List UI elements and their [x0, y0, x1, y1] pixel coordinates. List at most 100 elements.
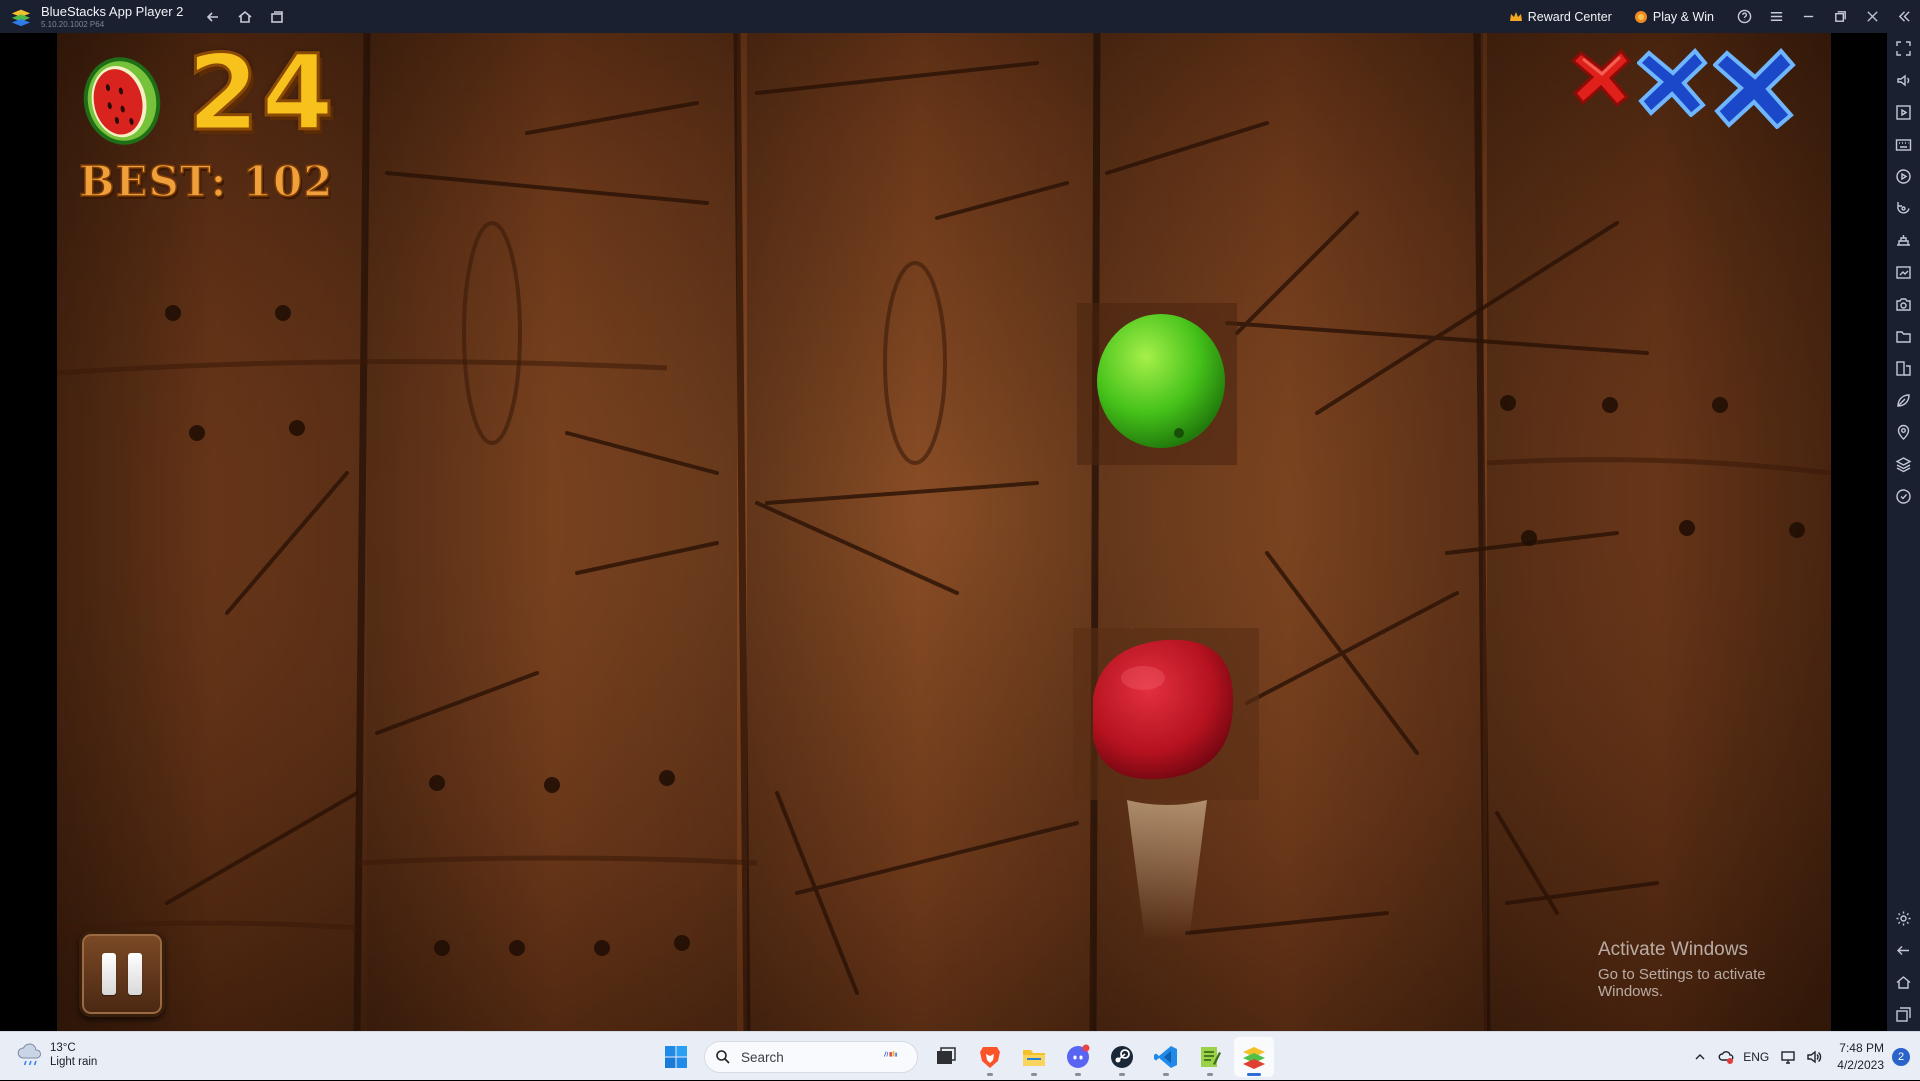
close-icon [1866, 11, 1878, 22]
play-win-label: Play & Win [1652, 9, 1714, 24]
collapse-sidebar-button[interactable] [1888, 0, 1920, 33]
home-button[interactable] [233, 5, 257, 29]
notepad-plus-plus-icon [1201, 1047, 1221, 1067]
apple-fruit[interactable] [1073, 628, 1259, 800]
pause-icon [128, 953, 142, 995]
lime-fruit[interactable] [1077, 303, 1237, 465]
windows-logo-icon [665, 1046, 687, 1068]
input-language[interactable]: ENG [1743, 1050, 1769, 1064]
best-score: BEST: 102 [78, 157, 334, 206]
windows-stack-icon [271, 10, 284, 23]
clock-time: 7:48 PM [1839, 1041, 1884, 1056]
network-button[interactable] [1775, 1042, 1801, 1072]
fullscreen-button[interactable] [1895, 40, 1912, 57]
shake-icon [1897, 235, 1910, 246]
home-icon [238, 10, 252, 23]
folder-icon [1896, 331, 1911, 343]
steam-app[interactable] [1102, 1037, 1142, 1077]
file-explorer-app[interactable] [1014, 1037, 1054, 1077]
arrow-left-icon [207, 11, 219, 22]
camera-icon [1896, 298, 1911, 311]
sync-button[interactable] [1895, 488, 1912, 505]
location-button[interactable] [1895, 424, 1912, 441]
restore-button[interactable] [1824, 0, 1856, 33]
help-button[interactable] [1728, 0, 1760, 33]
fullscreen-icon [1896, 41, 1911, 56]
search-placeholder: Search [741, 1049, 784, 1065]
volume-tray-button[interactable] [1801, 1042, 1827, 1072]
weather-temperature: 13°C [50, 1042, 76, 1054]
recent-apps-icon [1896, 1007, 1911, 1022]
shake-button[interactable] [1895, 232, 1912, 249]
activate-subtitle: Go to Settings to activate Windows. [1598, 966, 1766, 1000]
search-icon [716, 1050, 730, 1064]
brave-browser-app[interactable] [970, 1037, 1010, 1077]
help-icon [1737, 9, 1751, 24]
settings-icon [1896, 911, 1911, 926]
start-button[interactable] [656, 1037, 696, 1077]
back-button[interactable] [201, 5, 225, 29]
screenshot-icon [1896, 266, 1911, 279]
game-viewport[interactable]: 24 BEST: 102 Activate Windows Go to Sett… [57, 33, 1831, 1031]
media-manager-button[interactable] [1895, 104, 1912, 121]
close-button[interactable] [1856, 0, 1888, 33]
multi-instance-sidebar-button[interactable] [1895, 456, 1912, 473]
steam-icon [1111, 1046, 1133, 1068]
pause-button[interactable] [79, 931, 165, 1017]
brave-lion-icon [980, 1047, 1000, 1068]
activate-title: Activate Windows [1598, 939, 1748, 960]
sync-icon [1896, 489, 1911, 504]
location-icon [1897, 424, 1910, 440]
clock[interactable]: 7:48 PM 4/2/2023 [1837, 1040, 1884, 1072]
weather-widget[interactable]: 13°C Light rain [16, 1041, 97, 1070]
screen-recorder-button[interactable] [1895, 264, 1912, 281]
taskbar-search[interactable]: Search [704, 1041, 918, 1073]
files-button[interactable] [1895, 328, 1912, 345]
speaker-icon [1807, 1050, 1822, 1063]
bluestacks-icon [1243, 1047, 1265, 1069]
eco-mode-icon [1897, 394, 1910, 407]
volume-button[interactable] [1895, 72, 1912, 89]
show-hidden-icons-button[interactable] [1687, 1042, 1713, 1072]
eco-mode-button[interactable] [1895, 392, 1912, 409]
play-win-button[interactable]: Play & Win [1626, 5, 1722, 29]
bluestacks-sidebar [1887, 33, 1920, 1031]
watermelon-icon [83, 57, 161, 145]
rotate-icon [1897, 202, 1910, 214]
rotate-button[interactable] [1895, 200, 1912, 217]
vscode-app[interactable] [1146, 1037, 1186, 1077]
settings-button[interactable] [1895, 910, 1912, 927]
android-back-button[interactable] [1895, 942, 1912, 959]
notepad-plus-plus-app[interactable] [1190, 1037, 1230, 1077]
android-recent-apps-button[interactable] [1895, 1006, 1912, 1023]
home-icon [1896, 976, 1911, 989]
install-apk-icon [1896, 361, 1911, 376]
bluestacks-app[interactable] [1234, 1037, 1274, 1077]
keyboard-controls-button[interactable] [1895, 136, 1912, 153]
minimize-button[interactable] [1792, 0, 1824, 33]
camera-button[interactable] [1895, 296, 1912, 313]
multi-instance-button[interactable] [265, 5, 289, 29]
notification-badge[interactable]: 2 [1892, 1047, 1910, 1066]
window-title: BlueStacks App Player 2 [41, 3, 184, 19]
network-icon [1781, 1050, 1795, 1064]
macro-recorder-button[interactable] [1895, 168, 1912, 185]
install-apk-button[interactable] [1895, 360, 1912, 377]
clock-date: 4/2/2023 [1837, 1057, 1884, 1072]
taskbar-apps: Search [654, 1037, 1276, 1077]
windows-taskbar: 13°C Light rain Search ENG 7:48 PM 4/2/2… [0, 1031, 1920, 1080]
strike-remaining-x-icon [1637, 48, 1708, 117]
discord-app[interactable] [1058, 1037, 1098, 1077]
discord-icon [1067, 1044, 1090, 1068]
strikes-indicator [1567, 47, 1797, 129]
task-view-icon [937, 1047, 956, 1064]
coin-icon [1634, 10, 1647, 23]
security-tray-button[interactable] [1713, 1042, 1739, 1072]
reward-center-button[interactable]: Reward Center [1501, 5, 1620, 29]
app-version: 5.10.20.1002 P64 [41, 19, 105, 29]
android-home-button[interactable] [1895, 974, 1912, 991]
volume-icon [1897, 74, 1910, 87]
double-chevron-left-icon [1898, 11, 1910, 22]
menu-button[interactable] [1760, 0, 1792, 33]
task-view-button[interactable] [926, 1037, 966, 1077]
